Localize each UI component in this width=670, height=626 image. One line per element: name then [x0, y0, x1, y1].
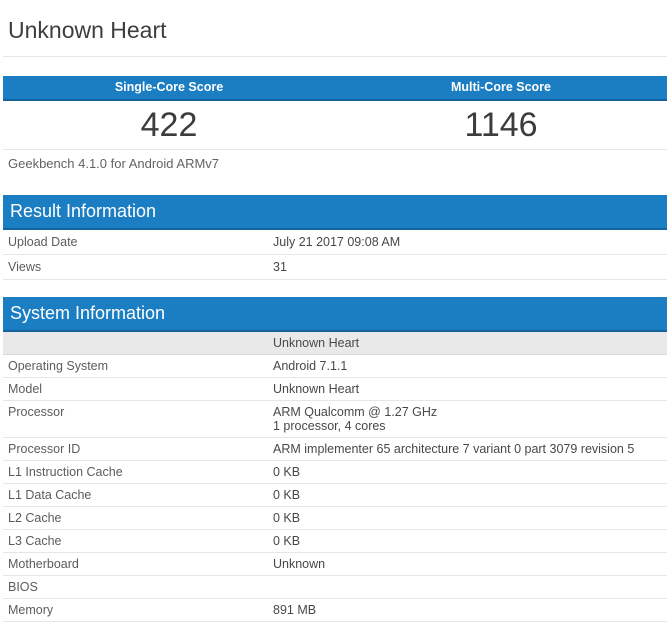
table-row: Processor ARM Qualcomm @ 1.27 GHz 1 proc… — [3, 401, 667, 438]
row-value: Unknown Heart — [273, 378, 667, 400]
row-value — [273, 576, 667, 598]
table-row: Motherboard Unknown — [3, 553, 667, 576]
row-value: 31 — [273, 255, 667, 279]
table-row: L1 Data Cache 0 KB — [3, 484, 667, 507]
multi-core-score-header: Multi-Core Score — [335, 76, 667, 99]
row-value: 0 KB — [273, 507, 667, 529]
row-value: Android 7.1.1 — [273, 355, 667, 377]
table-row: BIOS — [3, 576, 667, 599]
row-label: Model — [3, 378, 273, 400]
row-label: L3 Cache — [3, 530, 273, 552]
table-row: Memory 891 MB — [3, 599, 667, 622]
multi-core-score-value: 1146 — [335, 101, 667, 149]
row-value: July 21 2017 09:08 AM — [273, 230, 667, 254]
table-row: L2 Cache 0 KB — [3, 507, 667, 530]
row-label: BIOS — [3, 576, 273, 598]
row-label: L1 Data Cache — [3, 484, 273, 506]
table-row: Views 31 — [3, 255, 667, 280]
system-information-table: Unknown Heart Operating System Android 7… — [3, 332, 667, 622]
row-value: Unknown — [273, 553, 667, 575]
table-row: Processor ID ARM implementer 65 architec… — [3, 438, 667, 461]
row-value: 0 KB — [273, 484, 667, 506]
row-label: L2 Cache — [3, 507, 273, 529]
row-label: L1 Instruction Cache — [3, 461, 273, 483]
row-label: Operating System — [3, 355, 273, 377]
device-name-value: Unknown Heart — [273, 332, 667, 354]
result-page: Unknown Heart Single-Core Score Multi-Co… — [3, 0, 667, 622]
table-row: Operating System Android 7.1.1 — [3, 355, 667, 378]
row-label: Memory — [3, 599, 273, 621]
row-value: 0 KB — [273, 461, 667, 483]
score-values: 422 1146 — [3, 101, 667, 149]
row-label: Motherboard — [3, 553, 273, 575]
result-information-section: Result Information Upload Date July 21 2… — [3, 195, 667, 280]
row-value: ARM implementer 65 architecture 7 varian… — [273, 438, 667, 460]
table-row: L1 Instruction Cache 0 KB — [3, 461, 667, 484]
system-information-section: System Information Unknown Heart Operati… — [3, 297, 667, 622]
row-label: Processor ID — [3, 438, 273, 460]
single-core-score-header: Single-Core Score — [3, 76, 335, 99]
single-core-score-value: 422 — [3, 101, 335, 149]
benchmark-version-caption: Geekbench 4.1.0 for Android ARMv7 — [3, 150, 667, 171]
row-label: Upload Date — [3, 230, 273, 254]
score-banner: Single-Core Score Multi-Core Score — [3, 76, 667, 101]
page-title: Unknown Heart — [3, 0, 667, 56]
row-label — [3, 332, 273, 354]
device-name-row: Unknown Heart — [3, 332, 667, 355]
result-information-header: Result Information — [3, 195, 667, 230]
row-value: 891 MB — [273, 599, 667, 621]
system-information-header: System Information — [3, 297, 667, 332]
table-row: Upload Date July 21 2017 09:08 AM — [3, 230, 667, 255]
table-row: Model Unknown Heart — [3, 378, 667, 401]
title-divider — [3, 56, 667, 57]
row-label: Processor — [3, 401, 273, 437]
row-label: Views — [3, 255, 273, 279]
row-value: ARM Qualcomm @ 1.27 GHz 1 processor, 4 c… — [273, 401, 667, 437]
result-information-table: Upload Date July 21 2017 09:08 AM Views … — [3, 230, 667, 280]
row-value: 0 KB — [273, 530, 667, 552]
table-row: L3 Cache 0 KB — [3, 530, 667, 553]
